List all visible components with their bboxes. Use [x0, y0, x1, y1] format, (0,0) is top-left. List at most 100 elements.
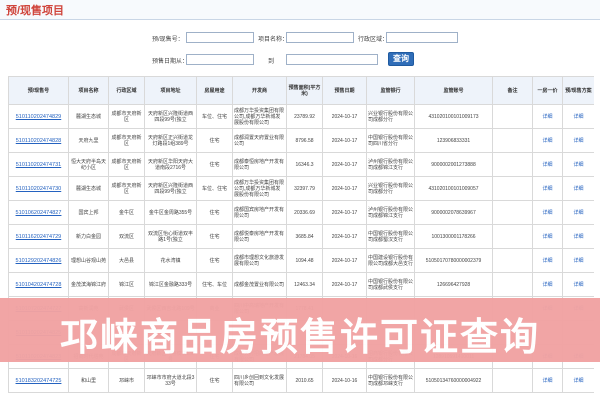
table-cell: 金牛区金周路355号: [144, 200, 197, 225]
table-cell: 住宅: [196, 200, 233, 225]
table-header-row: 预/现售号 项目名称 行政区域 项目地址 房屋用途 开发商 预售面积(平方米) 预售日期 监管银…: [8, 76, 594, 105]
table-cell: 2024-10-17: [322, 176, 367, 201]
presale-no-label: 预/现售号：: [152, 37, 184, 43]
table-cell: 2024-10-17: [322, 104, 367, 129]
project-name-input[interactable]: [286, 32, 354, 43]
table-cell: 20336.69: [286, 200, 323, 225]
table-cell: 双流区: [108, 224, 145, 249]
table-cell: 9000002078639967: [414, 200, 493, 225]
table-cell: 51050170780000002379: [414, 248, 493, 273]
price-detail-link[interactable]: 详细: [532, 128, 563, 153]
plan-detail-link[interactable]: 详细: [562, 248, 594, 273]
table-cell: 住宅: [196, 368, 233, 393]
column-header: 预售日期: [322, 76, 367, 105]
table-cell: [492, 128, 533, 153]
column-header: 一房一价: [532, 76, 563, 105]
table-cell: 天府新区兴隆街道西四段99号(独立: [144, 104, 197, 129]
table-cell: 2010.65: [286, 368, 323, 393]
plan-detail-link[interactable]: 详细: [562, 368, 594, 393]
table-cell: 泸州银行股份有限公司成都锦江支行: [366, 200, 415, 225]
price-detail-link[interactable]: 详细: [532, 272, 563, 297]
date-to-input[interactable]: [286, 54, 378, 65]
presale-no-link[interactable]: 510129202474826: [8, 248, 69, 273]
table-cell: 车位、住宅: [196, 176, 233, 201]
column-header: 行政区域: [108, 76, 145, 105]
column-header: 预/现售方案: [562, 76, 594, 105]
table-cell: 431020100101009173: [414, 104, 493, 129]
column-header: 预售面积(平方米): [286, 76, 323, 105]
table-cell: 四川乡创回到文化发展有限公司: [232, 368, 287, 393]
table-cell: [492, 176, 533, 201]
price-detail-link[interactable]: 详细: [532, 368, 563, 393]
table-cell: 和山里: [68, 368, 109, 393]
table-cell: 16346.3: [286, 152, 323, 177]
table-cell: 成都金茂置业有限公司: [232, 272, 287, 297]
plan-detail-link[interactable]: 详细: [562, 128, 594, 153]
table-cell: 12463.34: [286, 272, 323, 297]
price-detail-link[interactable]: 详细: [532, 152, 563, 177]
table-cell: 车位、住宅: [196, 104, 233, 129]
table-cell: 双流区怡心街道双丰路1号(独立: [144, 224, 197, 249]
presale-no-link[interactable]: 510110202474829: [8, 104, 69, 129]
price-detail-link[interactable]: 详细: [532, 104, 563, 129]
page-title-bar: 预/现售项目: [0, 0, 600, 20]
table-cell: 1001300001178266: [414, 224, 493, 249]
watermark-banner: 邛崃商品房预售许可证查询: [0, 298, 600, 362]
column-header: 监管银行: [366, 76, 415, 105]
table-cell: 金茂滨海锦江府: [68, 272, 109, 297]
presale-no-link[interactable]: 510110202474730: [8, 176, 69, 201]
table-cell: 理想山谷观山苑: [68, 248, 109, 273]
table-cell: 锦江区金融路333号: [144, 272, 197, 297]
plan-detail-link[interactable]: 详细: [562, 104, 594, 129]
presale-no-link[interactable]: 510110202474828: [8, 128, 69, 153]
column-header: 房屋用途: [196, 76, 233, 105]
table-cell: 51050134760000004922: [414, 368, 493, 393]
table-cell: 住宅: [196, 152, 233, 177]
plan-detail-link[interactable]: 详细: [562, 224, 594, 249]
table-cell: [492, 152, 533, 177]
table-cell: 恒大天府半岛天纪小区: [68, 152, 109, 177]
table-row: 510129202474826 理想山谷观山苑 大邑县 花水湾镇 住宅 成都市理想文化旅游…: [8, 248, 594, 273]
column-header: 开发商: [232, 76, 287, 105]
presale-no-link[interactable]: 510106202474827: [8, 200, 69, 225]
plan-detail-link[interactable]: 详细: [562, 152, 594, 177]
table-cell: 天府新区华阳天府大道南段2716号: [144, 152, 197, 177]
search-form: 预/现售号： 项目名称： 行政区域： 预售日期从： 到 查询: [0, 22, 600, 74]
table-cell: 大邑县: [108, 248, 145, 273]
table-cell: 成都市天府新区: [108, 104, 145, 129]
price-detail-link[interactable]: 详细: [532, 248, 563, 273]
table-cell: 成都润置天府置业有限公司: [232, 128, 287, 153]
table-row: 510110202474731 恒大天府半岛天纪小区 成都市天府新区 天府新区华阳天府…: [8, 152, 594, 177]
plan-detail-link[interactable]: 详细: [562, 272, 594, 297]
table-cell: 新力白金园: [68, 224, 109, 249]
table-cell: 2024-10-17: [322, 248, 367, 273]
date-to-label: 到: [268, 59, 275, 65]
table-cell: 国宾上邦: [68, 200, 109, 225]
presale-no-link[interactable]: 510183202474725: [8, 368, 69, 393]
project-name-label: 项目名称：: [258, 37, 289, 43]
presale-no-link[interactable]: 510110202474731: [8, 152, 69, 177]
table-cell: 中国银行股份有限公司成都邛崃支行: [366, 368, 415, 393]
table-cell: 成都万华投资集团有限公司,成都万华新城发展股份有限公司: [232, 104, 287, 129]
plan-detail-link[interactable]: 详细: [562, 200, 594, 225]
presale-no-link[interactable]: 510104202474728: [8, 272, 69, 297]
price-detail-link[interactable]: 详细: [532, 224, 563, 249]
table-cell: 住宅: [196, 248, 233, 273]
plan-detail-link[interactable]: 详细: [562, 176, 594, 201]
table-cell: 麓湖生态城: [68, 176, 109, 201]
table-cell: 126696427928: [414, 272, 493, 297]
table-cell: 住宅: [196, 224, 233, 249]
table-cell: 天府新区兴隆街道西四段99号(独立: [144, 176, 197, 201]
presale-no-link[interactable]: 510116202474729: [8, 224, 69, 249]
table-cell: 成都万华投资集团有限公司,成都万华新城发展股份有限公司: [232, 176, 287, 201]
date-from-input[interactable]: [186, 54, 254, 65]
presale-no-input[interactable]: [186, 32, 254, 43]
price-detail-link[interactable]: 详细: [532, 200, 563, 225]
table-cell: [492, 248, 533, 273]
table-cell: 邛崃市市府大道北段333号: [144, 368, 197, 393]
district-label: 行政区域：: [358, 37, 389, 43]
price-detail-link[interactable]: 详细: [532, 176, 563, 201]
query-button[interactable]: 查询: [388, 52, 414, 66]
table-cell: 2024-10-16: [322, 368, 367, 393]
district-select[interactable]: [386, 32, 458, 43]
